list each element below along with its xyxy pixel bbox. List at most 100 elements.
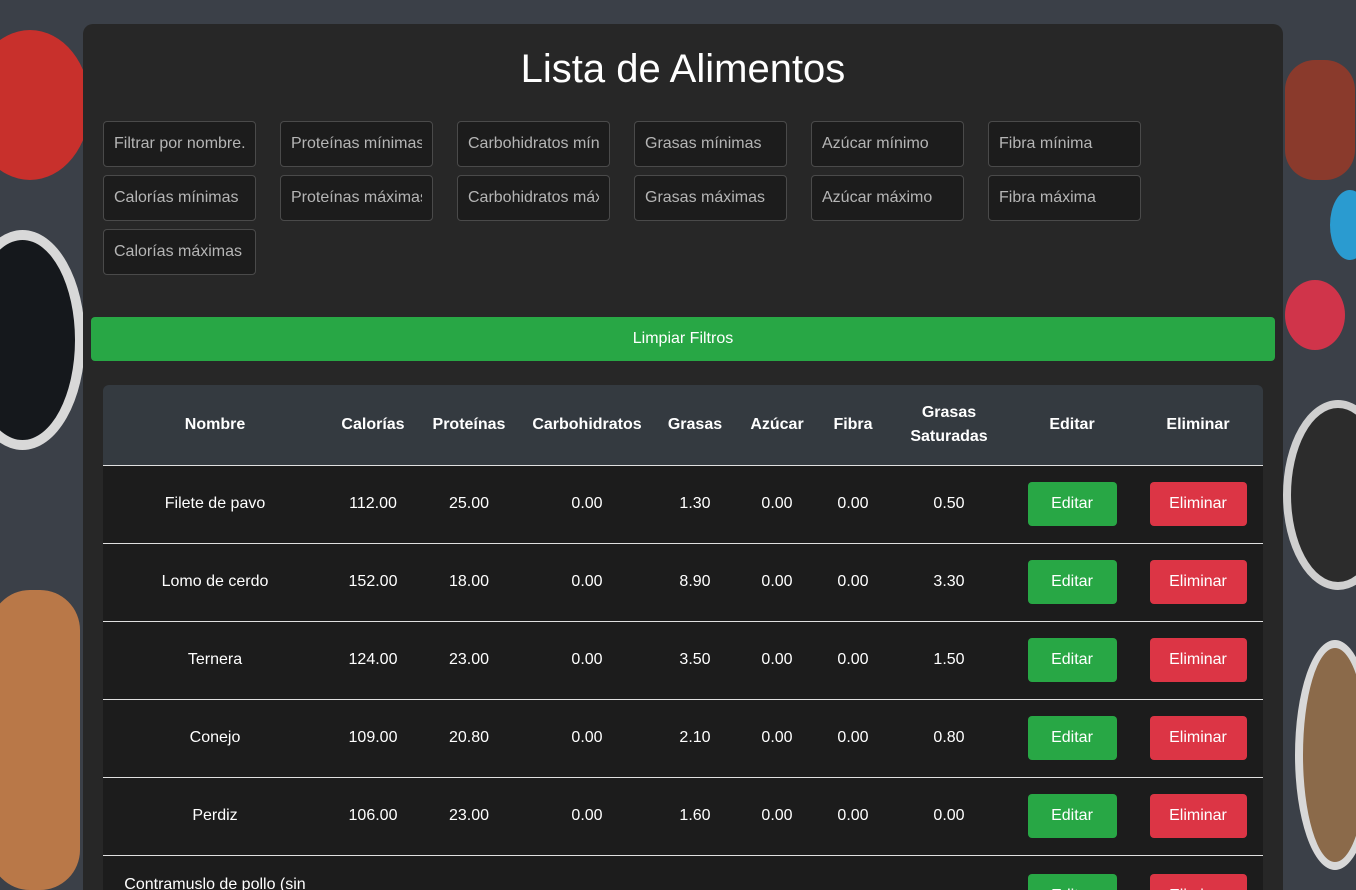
table-row: Contramuslo de pollo (sin Editar Elimina…: [103, 855, 1263, 890]
blue-utensil-image: [1330, 190, 1356, 260]
fiber-max-input[interactable]: [988, 175, 1141, 221]
cell-carbohidratos: 0.00: [571, 807, 603, 824]
cell-editar: Editar: [1011, 543, 1133, 621]
cell-editar: Editar: [1011, 621, 1133, 699]
page-title: Lista de Alimentos: [520, 47, 846, 91]
cell-proteinas: [419, 855, 519, 890]
cell-eliminar: Eliminar: [1133, 543, 1263, 621]
cell-fibra: 0.00: [837, 573, 869, 590]
apple-image: [0, 30, 90, 180]
cell-grasas-saturadas: 0.00: [933, 807, 965, 824]
cell-proteinas: 20.80: [448, 729, 490, 746]
delete-button[interactable]: Eliminar: [1149, 716, 1247, 760]
dried-fruit-image: [1285, 60, 1355, 180]
delete-button[interactable]: Eliminar: [1149, 560, 1247, 604]
cell-calorias: 106.00: [348, 807, 398, 824]
cell-fibra: 0.00: [837, 651, 869, 668]
edit-button[interactable]: Editar: [1027, 560, 1117, 604]
column-header-grasas-saturadas: Grasas Saturadas: [887, 385, 1011, 466]
cell-calorias: [327, 855, 419, 890]
delete-button[interactable]: Eliminar: [1149, 873, 1247, 890]
cell-carbohidratos: 0.00: [571, 495, 603, 512]
column-header-nombre: Nombre: [103, 385, 327, 466]
cell-nombre: Filete de pavo: [164, 495, 266, 512]
table-header-row: Nombre Calorías Proteínas Carbohidratos …: [103, 385, 1263, 466]
delete-button[interactable]: Eliminar: [1149, 794, 1247, 838]
cell-proteinas: 23.00: [448, 807, 490, 824]
cell-grasas: 8.90: [679, 573, 711, 590]
cell-eliminar: Eliminar: [1133, 621, 1263, 699]
calories-min-input[interactable]: [103, 175, 256, 221]
name-filter-input[interactable]: [103, 121, 256, 167]
cell-proteinas: 18.00: [448, 573, 490, 590]
cell-grasas-saturadas: 0.50: [933, 495, 965, 512]
cell-fibra: [819, 855, 887, 890]
cell-editar: Editar: [1011, 699, 1133, 777]
column-header-editar: Editar: [1011, 385, 1133, 466]
table-row: Ternera 124.00 23.00 0.00 3.50 0.00 0.00…: [103, 621, 1263, 699]
cell-calorias: 109.00: [348, 729, 398, 746]
cell-eliminar: Eliminar: [1133, 465, 1263, 543]
cell-azucar: [735, 855, 819, 890]
column-header-proteinas: Proteínas: [419, 385, 519, 466]
cell-nombre: Conejo: [189, 729, 241, 746]
cell-nombre: Lomo de cerdo: [161, 573, 269, 590]
cell-nombre: Contramuslo de pollo (sin: [124, 875, 306, 890]
column-header-grasas: Grasas: [655, 385, 735, 466]
protein-min-input[interactable]: [280, 121, 433, 167]
column-header-carbohidratos: Carbohidratos: [519, 385, 655, 466]
cell-proteinas: 23.00: [448, 651, 490, 668]
sugar-min-input[interactable]: [811, 121, 964, 167]
calories-max-input[interactable]: [103, 229, 256, 275]
cell-eliminar: Eliminar: [1133, 777, 1263, 855]
edit-button[interactable]: Editar: [1027, 873, 1117, 890]
cell-calorias: 112.00: [349, 495, 397, 512]
delete-button[interactable]: Eliminar: [1149, 638, 1247, 682]
table-row: Lomo de cerdo 152.00 18.00 0.00 8.90 0.0…: [103, 543, 1263, 621]
cell-carbohidratos: [519, 855, 655, 890]
table-row: Perdiz 106.00 23.00 0.00 1.60 0.00 0.00 …: [103, 777, 1263, 855]
protein-max-input[interactable]: [280, 175, 433, 221]
cell-calorias: 124.00: [348, 651, 398, 668]
clear-filters-button[interactable]: Limpiar Filtros: [91, 317, 1275, 361]
column-header-azucar: Azúcar: [735, 385, 819, 466]
cell-calorias: 152.00: [348, 573, 398, 590]
edit-button[interactable]: Editar: [1027, 482, 1117, 526]
cell-grasas: 1.60: [679, 807, 711, 824]
cell-carbohidratos: 0.00: [571, 651, 603, 668]
cell-grasas: 2.10: [679, 729, 711, 746]
cell-editar: Editar: [1011, 777, 1133, 855]
fat-max-input[interactable]: [634, 175, 787, 221]
cell-proteinas: 25.00: [448, 495, 490, 512]
table-row: Conejo 109.00 20.80 0.00 2.10 0.00 0.00 …: [103, 699, 1263, 777]
edit-button[interactable]: Editar: [1027, 716, 1117, 760]
cell-fibra: 0.00: [837, 729, 869, 746]
cell-azucar: 0.00: [761, 651, 793, 668]
cell-azucar: 0.00: [761, 573, 793, 590]
main-panel: Lista de Alimentos Limpiar Filtros Nombr…: [83, 24, 1283, 890]
sugar-max-input[interactable]: [811, 175, 964, 221]
fiber-min-input[interactable]: [988, 121, 1141, 167]
fat-min-input[interactable]: [634, 121, 787, 167]
beans-bowl-image: [1295, 640, 1356, 870]
cell-grasas: 3.50: [679, 651, 711, 668]
cell-grasas: 1.30: [679, 495, 711, 512]
edit-button[interactable]: Editar: [1027, 638, 1117, 682]
delete-button[interactable]: Eliminar: [1149, 482, 1247, 526]
column-header-calorias: Calorías: [327, 385, 419, 466]
cell-eliminar: Eliminar: [1133, 699, 1263, 777]
cell-azucar: 0.00: [761, 495, 793, 512]
chia-bowl-image: [1283, 400, 1356, 590]
cell-grasas-saturadas: [887, 855, 1011, 890]
edit-button[interactable]: Editar: [1027, 794, 1117, 838]
cell-nombre: Ternera: [187, 651, 243, 668]
cell-azucar: 0.00: [761, 729, 793, 746]
cell-carbohidratos: 0.00: [571, 729, 603, 746]
column-header-eliminar: Eliminar: [1133, 385, 1263, 466]
cell-azucar: 0.00: [761, 807, 793, 824]
carbs-min-input[interactable]: [457, 121, 610, 167]
almonds-image: [0, 590, 80, 890]
carbs-max-input[interactable]: [457, 175, 610, 221]
cell-carbohidratos: 0.00: [571, 573, 603, 590]
table-row: Filete de pavo 112.00 25.00 0.00 1.30 0.…: [103, 465, 1263, 543]
